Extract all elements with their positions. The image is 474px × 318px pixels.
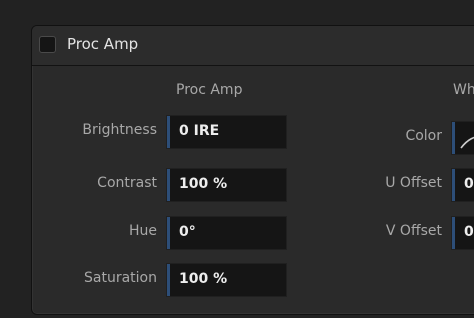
hue-value: 0° bbox=[179, 224, 196, 240]
contrast-field[interactable]: 100 % bbox=[166, 168, 287, 202]
hue-label: Hue bbox=[128, 223, 157, 239]
contrast-value: 100 % bbox=[179, 176, 228, 192]
white-balance-column-title: Wh bbox=[453, 82, 474, 98]
u-offset-field[interactable]: 0 bbox=[451, 168, 474, 202]
v-offset-field[interactable]: 0 bbox=[451, 216, 474, 250]
saturation-value: 100 % bbox=[179, 271, 228, 287]
saturation-label: Saturation bbox=[84, 270, 157, 286]
enable-checkbox[interactable] bbox=[39, 36, 56, 53]
u-offset-value: 0 bbox=[464, 176, 474, 192]
panel-title: Proc Amp bbox=[67, 35, 139, 53]
v-offset-value: 0 bbox=[464, 224, 474, 240]
proc-amp-panel: Proc Amp Proc Amp Brightness 0 IRE Contr… bbox=[31, 25, 474, 315]
brightness-field[interactable]: 0 IRE bbox=[166, 115, 287, 149]
hue-field[interactable]: 0° bbox=[166, 216, 287, 250]
panel-header: Proc Amp bbox=[32, 26, 474, 66]
v-offset-label: V Offset bbox=[385, 223, 442, 239]
u-offset-label: U Offset bbox=[385, 175, 442, 191]
brightness-label: Brightness bbox=[82, 122, 157, 138]
saturation-field[interactable]: 100 % bbox=[166, 263, 287, 297]
color-curve-field[interactable] bbox=[451, 121, 474, 155]
contrast-label: Contrast bbox=[97, 175, 157, 191]
color-label: Color bbox=[405, 128, 442, 144]
proc-amp-column-title: Proc Amp bbox=[176, 82, 243, 98]
color-curve-icon bbox=[460, 136, 474, 149]
brightness-value: 0 IRE bbox=[179, 123, 220, 139]
